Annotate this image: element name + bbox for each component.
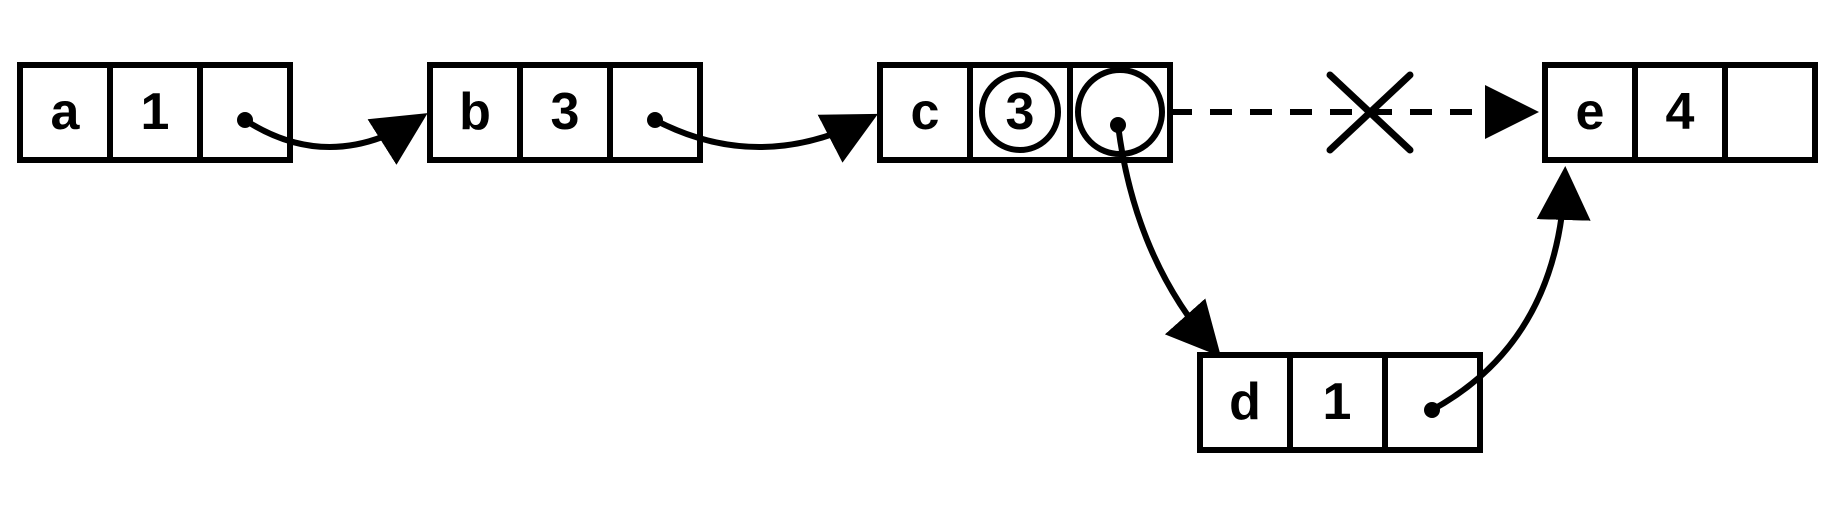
node-b: b 3 [430,65,700,160]
node-c-key: c [911,83,940,141]
node-e-key: e [1576,83,1605,141]
node-d: d 1 [1200,355,1480,450]
node-c-value: 3 [1006,83,1035,141]
node-b-value: 3 [551,83,580,141]
node-a: a 1 [20,65,290,160]
node-e: e 4 [1545,65,1815,160]
link-d-to-e [1432,175,1565,410]
linked-list-diagram: a 1 b 3 c 3 d 1 [0,0,1824,514]
node-a-key: a [51,83,81,141]
node-d-key: d [1229,373,1261,431]
node-c: c 3 [880,65,1170,160]
link-b-to-c [655,118,870,147]
link-a-to-b [245,118,420,147]
node-e-value: 4 [1666,83,1695,141]
node-a-value: 1 [141,83,170,141]
node-d-value: 1 [1323,373,1352,431]
node-b-key: b [459,83,491,141]
